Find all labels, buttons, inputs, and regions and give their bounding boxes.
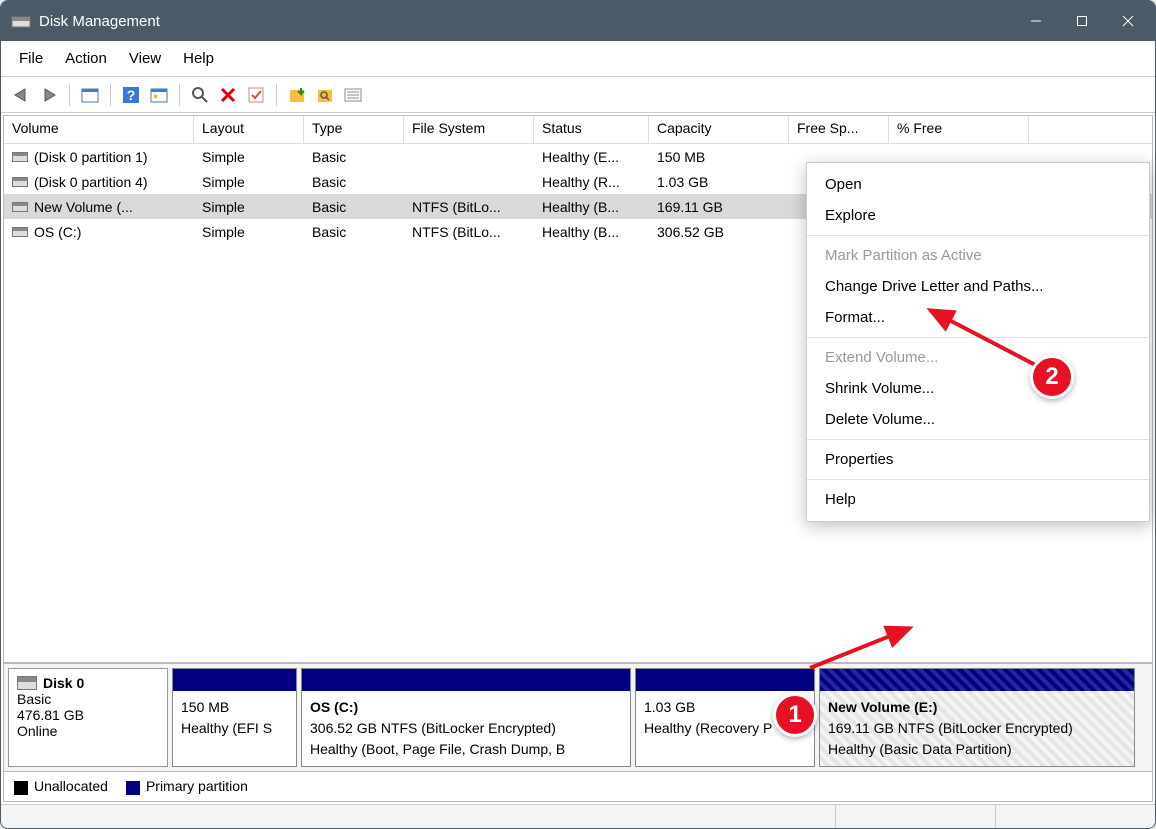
annotation-2: 2 bbox=[1030, 355, 1074, 399]
column-header[interactable]: Volume bbox=[4, 116, 194, 143]
menubar: File Action View Help bbox=[1, 41, 1155, 77]
cell: Basic bbox=[304, 172, 404, 192]
partition[interactable]: 150 MBHealthy (EFI S bbox=[172, 668, 297, 767]
toolbar: ? bbox=[1, 77, 1155, 113]
cell bbox=[404, 180, 534, 184]
disk-info[interactable]: Disk 0 Basic 476.81 GB Online bbox=[8, 668, 168, 767]
properties-icon[interactable] bbox=[78, 83, 102, 107]
context-menu-item[interactable]: Open bbox=[807, 169, 1149, 200]
volume-icon bbox=[12, 152, 28, 162]
cell: NTFS (BitLo... bbox=[404, 222, 534, 242]
column-header[interactable]: File System bbox=[404, 116, 534, 143]
svg-text:?: ? bbox=[127, 87, 136, 103]
cell: Simple bbox=[194, 147, 304, 167]
check-icon[interactable] bbox=[244, 83, 268, 107]
legend-unallocated-swatch bbox=[14, 781, 28, 795]
context-menu-item[interactable]: Change Drive Letter and Paths... bbox=[807, 271, 1149, 302]
cell: New Volume (... bbox=[4, 197, 194, 217]
legend-primary-swatch bbox=[126, 781, 140, 795]
cell: (Disk 0 partition 1) bbox=[4, 147, 194, 167]
cell bbox=[404, 155, 534, 159]
column-header[interactable]: Status bbox=[534, 116, 649, 143]
list-icon[interactable] bbox=[341, 83, 365, 107]
help-icon[interactable]: ? bbox=[119, 83, 143, 107]
delete-icon[interactable] bbox=[216, 83, 240, 107]
minimize-button[interactable] bbox=[1013, 1, 1059, 41]
volume-icon bbox=[12, 202, 28, 212]
annotation-arrow-1 bbox=[800, 618, 930, 678]
close-button[interactable] bbox=[1105, 1, 1151, 41]
column-header[interactable]: % Free bbox=[889, 116, 1029, 143]
scan-icon[interactable] bbox=[188, 83, 212, 107]
cell: 1.03 GB bbox=[649, 172, 789, 192]
menu-file[interactable]: File bbox=[9, 46, 53, 71]
disk-icon bbox=[17, 676, 37, 690]
cell: Basic bbox=[304, 222, 404, 242]
forward-button[interactable] bbox=[37, 83, 61, 107]
maximize-button[interactable] bbox=[1059, 1, 1105, 41]
create-icon[interactable] bbox=[285, 83, 309, 107]
partition[interactable]: New Volume (E:)169.11 GB NTFS (BitLocker… bbox=[819, 668, 1135, 767]
annotation-1: 1 bbox=[773, 693, 817, 737]
legend-unallocated: Unallocated bbox=[34, 778, 108, 794]
cell: 306.52 GB bbox=[649, 222, 789, 242]
column-header[interactable]: Layout bbox=[194, 116, 304, 143]
window-title: Disk Management bbox=[39, 13, 1013, 30]
column-header[interactable]: Free Sp... bbox=[789, 116, 889, 143]
cell bbox=[789, 155, 889, 159]
disk-type: Basic bbox=[17, 691, 159, 707]
table-header: VolumeLayoutTypeFile SystemStatusCapacit… bbox=[4, 116, 1152, 144]
cell: Healthy (R... bbox=[534, 172, 649, 192]
disk-status: Online bbox=[17, 723, 159, 739]
partitions-wrap: 150 MBHealthy (EFI SOS (C:)306.52 GB NTF… bbox=[172, 668, 1148, 767]
volume-icon bbox=[12, 227, 28, 237]
column-header[interactable]: Capacity bbox=[649, 116, 789, 143]
disk-size: 476.81 GB bbox=[17, 707, 159, 723]
menu-action[interactable]: Action bbox=[55, 46, 117, 71]
legend: Unallocated Primary partition bbox=[3, 772, 1153, 802]
titlebar: Disk Management bbox=[1, 1, 1155, 41]
cell: Basic bbox=[304, 197, 404, 217]
cell: Healthy (E... bbox=[534, 147, 649, 167]
cell: (Disk 0 partition 4) bbox=[4, 172, 194, 192]
cell: Healthy (B... bbox=[534, 197, 649, 217]
menu-view[interactable]: View bbox=[119, 46, 171, 71]
cell: OS (C:) bbox=[4, 222, 194, 242]
disk-name: Disk 0 bbox=[43, 675, 84, 691]
partition[interactable]: OS (C:)306.52 GB NTFS (BitLocker Encrypt… bbox=[301, 668, 631, 767]
cell: NTFS (BitLo... bbox=[404, 197, 534, 217]
explore-icon[interactable] bbox=[313, 83, 337, 107]
legend-primary: Primary partition bbox=[146, 778, 248, 794]
context-menu-item[interactable]: Delete Volume... bbox=[807, 404, 1149, 435]
menu-help[interactable]: Help bbox=[173, 46, 224, 71]
app-icon bbox=[11, 11, 31, 31]
disk-panel: Disk 0 Basic 476.81 GB Online 150 MBHeal… bbox=[3, 663, 1153, 772]
settings-icon[interactable] bbox=[147, 83, 171, 107]
column-header[interactable]: Type bbox=[304, 116, 404, 143]
cell: Simple bbox=[194, 172, 304, 192]
context-menu-item[interactable]: Explore bbox=[807, 200, 1149, 231]
cell: Healthy (B... bbox=[534, 222, 649, 242]
context-menu-item[interactable]: Help bbox=[807, 484, 1149, 515]
cell: Simple bbox=[194, 197, 304, 217]
back-button[interactable] bbox=[9, 83, 33, 107]
cell: 169.11 GB bbox=[649, 197, 789, 217]
volume-icon bbox=[12, 177, 28, 187]
cell bbox=[889, 155, 1029, 159]
cell: Basic bbox=[304, 147, 404, 167]
cell: Simple bbox=[194, 222, 304, 242]
status-bar bbox=[1, 804, 1155, 828]
context-menu-item: Mark Partition as Active bbox=[807, 240, 1149, 271]
cell: 150 MB bbox=[649, 147, 789, 167]
context-menu-item[interactable]: Properties bbox=[807, 444, 1149, 475]
